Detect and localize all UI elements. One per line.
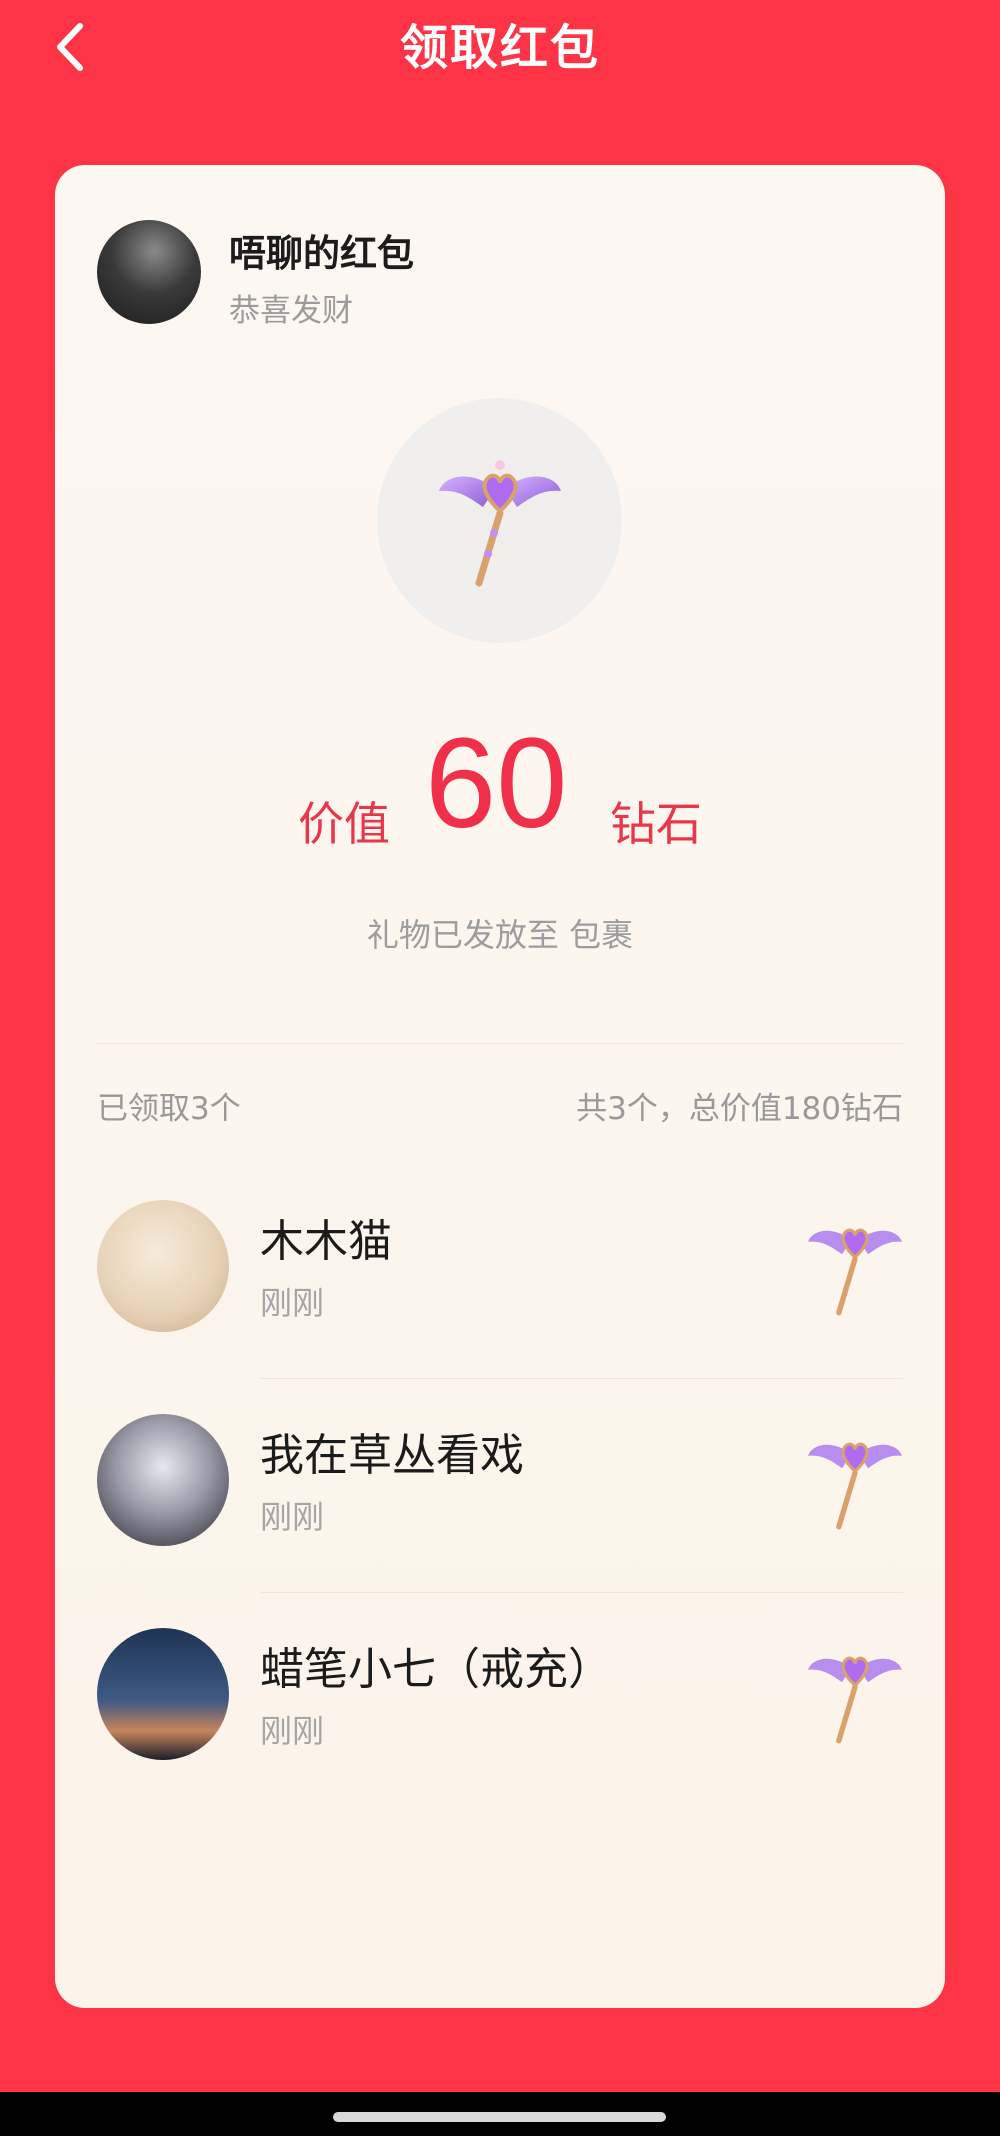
avatar — [97, 1414, 229, 1546]
home-indicator[interactable] — [333, 2112, 666, 2122]
value-prefix: 价值 — [298, 797, 390, 851]
gift-value: 价值 60 钻石 — [55, 710, 945, 860]
delivery-status: 礼物已发放至 包裹 — [366, 916, 634, 954]
magic-wand-gift-icon — [808, 1656, 902, 1744]
claimed-count: 已领取3个 — [97, 1091, 241, 1127]
total-summary: 共3个，总价值180钻石 — [576, 1091, 903, 1127]
list-item[interactable]: 我在草丛看戏 刚刚 — [55, 1379, 945, 1593]
claimer-name: 木木猫 — [260, 1216, 392, 1267]
home-indicator-bar — [0, 2092, 1000, 2136]
page-title: 领取红包 — [399, 20, 600, 76]
red-packet-card: 唔聊的红包 恭喜发财 价值 60 钻石 礼物已发放至 包裹 已领取3个 共3个，… — [55, 165, 945, 2008]
claim-time: 刚刚 — [260, 1498, 325, 1536]
value-suffix: 钻石 — [610, 797, 702, 851]
claimer-name: 蜡笔小七（戒充） — [260, 1644, 612, 1695]
sender-avatar[interactable] — [97, 220, 201, 324]
sender-name: 唔聊的红包 — [229, 232, 414, 275]
list-item[interactable]: 木木猫 刚刚 — [55, 1165, 945, 1379]
magic-wand-gift-icon — [808, 1228, 902, 1316]
avatar — [97, 1200, 229, 1332]
magic-wand-gift-icon — [438, 459, 561, 586]
claim-time: 刚刚 — [260, 1284, 325, 1322]
avatar — [97, 1628, 229, 1760]
value-number: 60 — [425, 712, 568, 855]
claim-time: 刚刚 — [260, 1712, 325, 1750]
magic-wand-gift-icon — [808, 1442, 902, 1530]
claimer-name: 我在草丛看戏 — [260, 1430, 524, 1481]
sender-message: 恭喜发财 — [229, 293, 353, 329]
gift-image — [377, 398, 622, 643]
divider — [97, 1043, 903, 1044]
list-item[interactable]: 蜡笔小七（戒充） 刚刚 — [55, 1593, 945, 1807]
